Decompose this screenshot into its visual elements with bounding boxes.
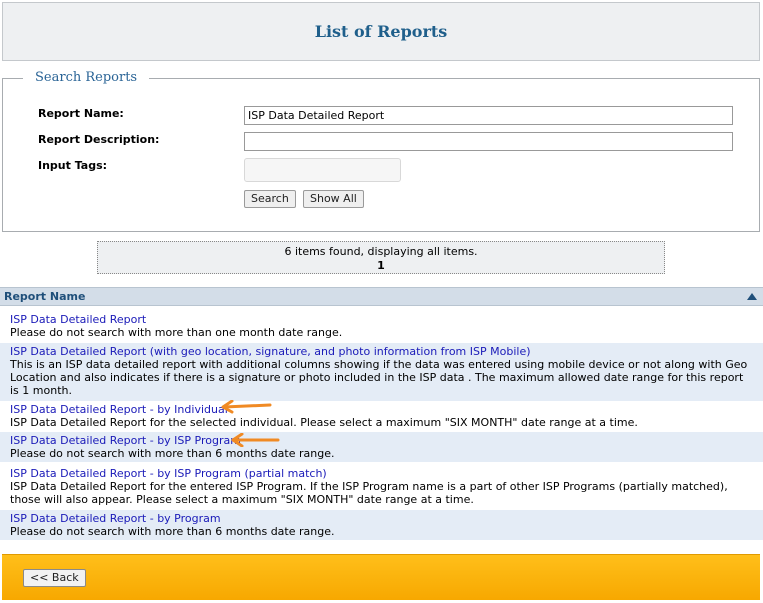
report-description: ISP Data Detailed Report for the selecte… xyxy=(10,416,638,429)
input-tags-label: Input Tags: xyxy=(38,159,108,172)
report-link[interactable]: ISP Data Detailed Report - by ISP Progra… xyxy=(10,467,753,480)
report-description: ISP Data Detailed Report for the entered… xyxy=(10,480,728,506)
page-header: List of Reports xyxy=(2,2,760,61)
report-description: Please do not search with more than 6 mo… xyxy=(10,525,335,538)
table-row: ISP Data Detailed Report Please do not s… xyxy=(0,311,763,341)
table-row: ISP Data Detailed Report - by Individual… xyxy=(0,401,763,431)
report-link[interactable]: ISP Data Detailed Report - by ISP Progra… xyxy=(10,434,241,447)
report-description: Please do not search with more than 6 mo… xyxy=(10,447,335,460)
report-link[interactable]: ISP Data Detailed Report - by Program xyxy=(10,512,753,525)
report-name-label: Report Name: xyxy=(38,107,124,120)
report-name-input[interactable]: ISP Data Detailed Report xyxy=(244,106,733,125)
annotation-arrow-icon xyxy=(221,400,272,414)
pagination-banner: 6 items found, displaying all items. 1 xyxy=(97,241,665,274)
report-description-input[interactable] xyxy=(244,132,733,151)
report-link[interactable]: ISP Data Detailed Report - by Individual xyxy=(10,403,228,416)
footer-bar: << Back xyxy=(2,554,760,600)
search-button[interactable]: Search xyxy=(244,190,296,208)
annotation-arrow-icon xyxy=(231,433,280,447)
report-name-column-header[interactable]: Report Name xyxy=(0,287,763,306)
table-row: ISP Data Detailed Report - by ISP Progra… xyxy=(0,432,763,462)
back-button[interactable]: << Back xyxy=(23,569,86,587)
table-row: ISP Data Detailed Report (with geo locat… xyxy=(0,343,763,401)
report-link[interactable]: ISP Data Detailed Report xyxy=(10,313,753,326)
input-tags-field[interactable] xyxy=(244,158,401,182)
results-summary: 6 items found, displaying all items. xyxy=(284,245,478,258)
page-title: List of Reports xyxy=(314,22,448,41)
table-row: ISP Data Detailed Report - by ISP Progra… xyxy=(0,465,763,508)
table-row: ISP Data Detailed Report - by Program Pl… xyxy=(0,510,763,540)
report-description: This is an ISP data detailed report with… xyxy=(10,358,748,397)
report-link[interactable]: ISP Data Detailed Report (with geo locat… xyxy=(10,345,753,358)
sort-ascending-icon[interactable] xyxy=(747,293,757,300)
report-description-label: Report Description: xyxy=(38,133,160,146)
page-number[interactable]: 1 xyxy=(98,259,664,273)
report-description: Please do not search with more than one … xyxy=(10,326,343,339)
column-header-label: Report Name xyxy=(4,290,86,303)
search-reports-panel: Search Reports Report Name: ISP Data Det… xyxy=(2,70,760,232)
show-all-button[interactable]: Show All xyxy=(303,190,364,208)
search-reports-legend: Search Reports xyxy=(23,70,150,85)
